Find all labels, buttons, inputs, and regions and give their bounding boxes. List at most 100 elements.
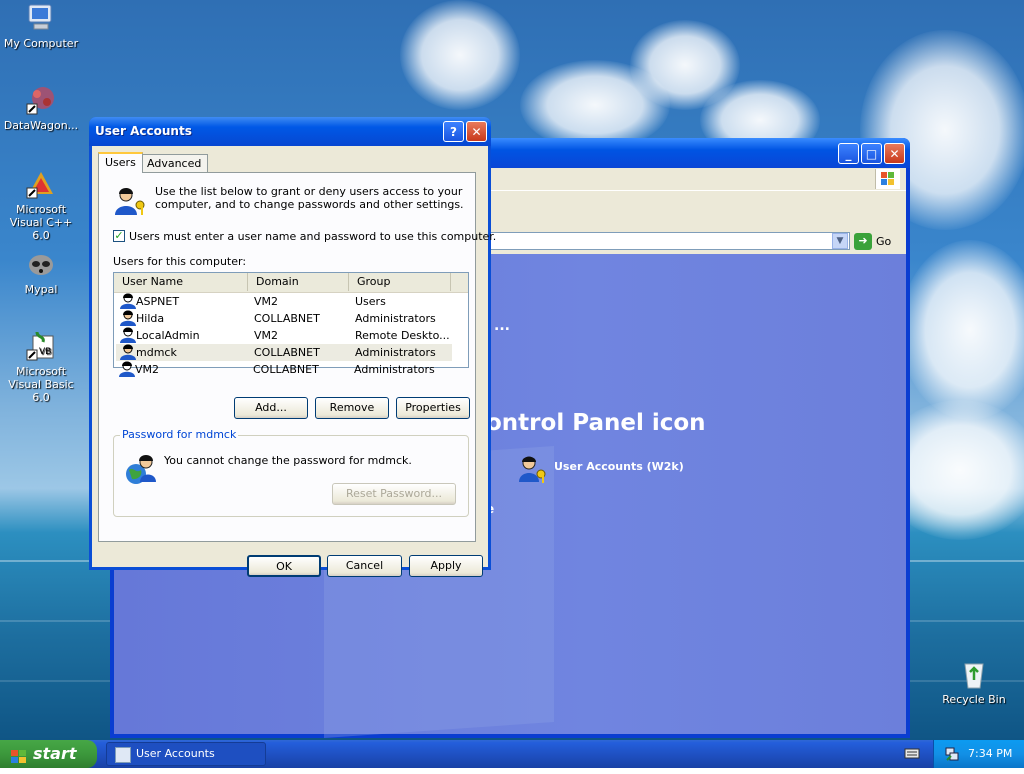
dialog-client: Users Advanced Use the list below to gra… xyxy=(92,146,496,577)
keyboard-icon[interactable] xyxy=(904,746,920,760)
button-label: OK xyxy=(276,560,292,573)
column-label: Group xyxy=(357,275,391,288)
cell-group: Users xyxy=(355,295,386,308)
cell-user-name: ASPNET xyxy=(136,295,180,308)
table-row[interactable]: Hilda COLLABNET Administrators xyxy=(116,310,452,327)
button-label: Reset Password... xyxy=(345,487,443,500)
desktop-icon-visual-basic[interactable]: VB Microsoft Visual Basic 6.0 xyxy=(0,330,82,404)
require-login-checkbox[interactable]: ✓ xyxy=(113,230,125,242)
network-icon[interactable] xyxy=(944,746,960,762)
apply-button[interactable]: Apply xyxy=(409,555,483,577)
add-user-button[interactable]: Add... xyxy=(234,397,308,419)
button-label: Remove xyxy=(329,401,375,414)
password-groupbox: Password for mdmck You cannot change the… xyxy=(113,428,469,517)
cell-user-name: VM2 xyxy=(135,363,160,376)
svg-text:VB: VB xyxy=(39,347,51,357)
require-login-label[interactable]: Users must enter a user name and passwor… xyxy=(129,230,496,243)
table-row[interactable]: VM2 COLLABNET Administrators xyxy=(115,361,451,378)
user-icon xyxy=(120,293,136,309)
desktop: My Computer DataWagon... Microsoft Visua… xyxy=(0,0,1024,740)
start-button[interactable]: start xyxy=(0,740,97,768)
cell-domain: COLLABNET xyxy=(254,346,320,359)
cloud xyxy=(900,240,1024,420)
button-label: Add... xyxy=(255,401,287,414)
cloud xyxy=(400,0,520,110)
user-icon xyxy=(120,310,136,326)
taskbar-item-user-accounts[interactable]: User Accounts xyxy=(106,742,266,766)
table-row-selected[interactable]: mdmck COLLABNET Administrators xyxy=(116,344,452,361)
desktop-icon-mypal[interactable]: Mypal xyxy=(0,248,82,296)
users-listview[interactable]: User Name Domain Group ASPNET VM2 Users … xyxy=(113,272,469,368)
maximize-button[interactable]: □ xyxy=(861,143,882,164)
desktop-icon-my-computer[interactable]: My Computer xyxy=(0,2,82,50)
cancel-button[interactable]: Cancel xyxy=(327,555,402,577)
desktop-icon-label: DataWagon... xyxy=(3,119,79,132)
cell-group: Administrators xyxy=(354,363,435,376)
dialog-titlebar[interactable]: User Accounts ? ✕ xyxy=(89,117,491,146)
close-button[interactable]: ✕ xyxy=(884,143,905,164)
remove-user-button[interactable]: Remove xyxy=(315,397,389,419)
desktop-icon-visual-cpp[interactable]: Microsoft Visual C++ 6.0 xyxy=(0,168,82,242)
table-row[interactable]: ASPNET VM2 Users xyxy=(116,293,452,310)
button-label: Properties xyxy=(405,401,461,414)
clock[interactable]: 7:34 PM xyxy=(968,747,1012,760)
visual-basic-icon: VB xyxy=(25,330,57,362)
desktop-icon-label: Microsoft Visual Basic 6.0 xyxy=(8,365,74,404)
taskbar: start User Accounts 7:34 PM xyxy=(0,740,1024,768)
user-icon xyxy=(119,361,135,377)
cell-user-name: LocalAdmin xyxy=(136,329,200,342)
cell-user-name: mdmck xyxy=(136,346,177,359)
column-label: User Name xyxy=(122,275,184,288)
cell-user-name: Hilda xyxy=(136,312,165,325)
taskbar-item-label: User Accounts xyxy=(136,747,215,760)
user-icon xyxy=(120,344,136,360)
properties-button[interactable]: Properties xyxy=(396,397,470,419)
intro-text-line-2: computer, and to change passwords and ot… xyxy=(155,198,464,211)
ok-button[interactable]: OK xyxy=(247,555,321,577)
window-icon xyxy=(115,747,131,763)
visual-cpp-icon xyxy=(25,168,57,200)
users-list-caption: Users for this computer: xyxy=(113,255,247,268)
dialog-close-button[interactable]: ✕ xyxy=(466,121,487,142)
desktop-icon-label: Mypal xyxy=(24,283,58,296)
heading-dots: ... xyxy=(494,318,510,334)
user-accounts-icon xyxy=(516,454,550,484)
desktop-icon-datawagon[interactable]: DataWagon... xyxy=(0,84,82,132)
users-tab-panel: Use the list below to grant or deny user… xyxy=(98,172,496,542)
table-row[interactable]: LocalAdmin VM2 Remote Deskto... xyxy=(116,327,452,344)
user-accounts-w2k-link[interactable]: User Accounts (W2k) xyxy=(554,460,684,473)
datawagon-icon xyxy=(25,84,57,116)
desktop-icon-recycle-bin[interactable]: Recycle Bin xyxy=(933,658,1015,706)
tab-users[interactable]: Users xyxy=(98,152,143,173)
user-icon xyxy=(120,327,136,343)
cell-domain: COLLABNET xyxy=(253,363,319,376)
tab-label: Users xyxy=(105,156,136,169)
go-button-label[interactable]: Go xyxy=(876,235,891,248)
column-header-user-name[interactable]: User Name xyxy=(114,273,248,291)
cell-group: Administrators xyxy=(355,312,436,325)
tab-label: Advanced xyxy=(147,157,202,170)
computer-icon xyxy=(25,2,57,34)
start-label: start xyxy=(33,744,77,763)
tab-advanced[interactable]: Advanced xyxy=(140,154,209,172)
raccoon-icon xyxy=(25,248,57,280)
system-tray: 7:34 PM xyxy=(933,740,1024,768)
windows-logo-icon xyxy=(875,169,900,189)
password-group-label: Password for mdmck xyxy=(120,428,239,441)
go-arrow-icon[interactable]: ➜ xyxy=(854,233,872,250)
password-message: You cannot change the password for mdmck… xyxy=(164,454,412,467)
column-header-domain[interactable]: Domain xyxy=(248,273,349,291)
user-accounts-dialog[interactable]: User Accounts ? ✕ Users Advanced Use the… xyxy=(89,117,496,577)
category-heading: ontrol Panel icon xyxy=(486,410,706,436)
button-label: Cancel xyxy=(345,559,384,572)
cell-group: Administrators xyxy=(355,346,436,359)
minimize-button[interactable]: _ xyxy=(838,143,859,164)
column-header-group[interactable]: Group xyxy=(349,273,451,291)
help-button[interactable]: ? xyxy=(443,121,464,142)
cell-domain: VM2 xyxy=(254,295,279,308)
users-keys-icon xyxy=(113,185,147,217)
help-icon: ? xyxy=(450,125,457,139)
chevron-down-icon[interactable]: ▼ xyxy=(832,233,848,249)
user-globe-icon xyxy=(124,452,158,486)
reset-password-button[interactable]: Reset Password... xyxy=(332,483,456,505)
